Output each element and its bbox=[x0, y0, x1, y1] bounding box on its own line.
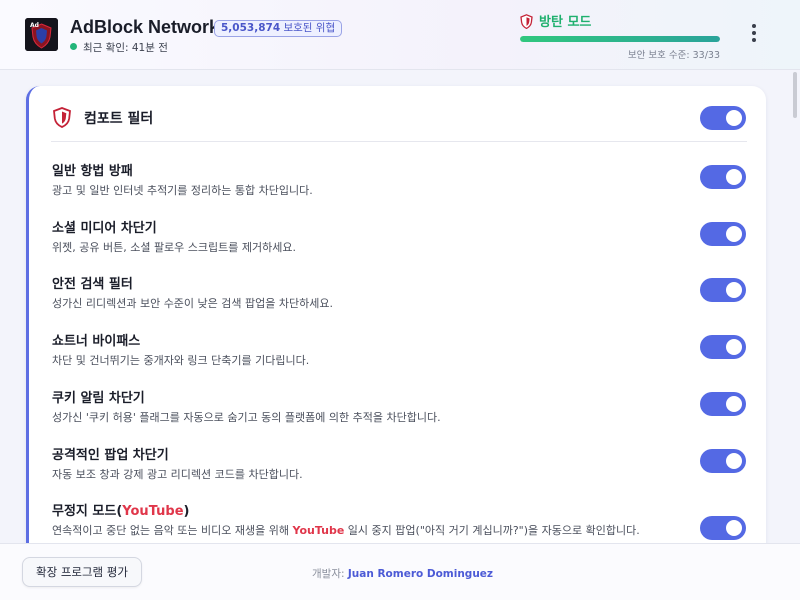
filter-desc-prefix: 연속적이고 중단 없는 음악 또는 비디오 재생을 위해 bbox=[52, 524, 293, 537]
protection-level-bar bbox=[520, 36, 720, 42]
master-toggle[interactable] bbox=[700, 106, 746, 130]
filter-description: 성가신 리디렉션과 보안 수준이 낮은 검색 팝업을 차단하세요. bbox=[52, 297, 333, 310]
app-logo: Ad bbox=[25, 18, 58, 51]
filter-toggle[interactable] bbox=[700, 222, 746, 246]
filter-name: 일반 항법 방패 bbox=[52, 164, 133, 179]
filter-row: 쿠키 알림 차단기 성가신 '쿠키 허용' 플래그를 자동으로 숨기고 동의 플… bbox=[51, 387, 747, 439]
filter-toggle[interactable] bbox=[700, 335, 746, 359]
shield-icon bbox=[53, 107, 71, 132]
youtube-brand-text: YouTube bbox=[292, 524, 345, 537]
filter-name: 공격적인 팝업 차단기 bbox=[52, 448, 169, 463]
filter-desc-suffix: 일시 중지 팝업("아직 거기 계십니까?")을 자동으로 확인합니다. bbox=[344, 524, 640, 537]
status-dot-icon bbox=[70, 43, 77, 50]
filter-name: 안전 검색 필터 bbox=[52, 277, 133, 292]
svg-text:Ad: Ad bbox=[30, 22, 39, 29]
filter-toggle[interactable] bbox=[700, 516, 746, 540]
blocked-count-label: 보호된 위협 bbox=[283, 22, 336, 34]
filter-name-prefix: 무정지 모드( bbox=[52, 504, 123, 519]
blocked-count-badge: 5,053,874 보호된 위협 bbox=[214, 20, 343, 37]
filter-toggle[interactable] bbox=[700, 392, 746, 416]
filter-row: 공격적인 팝업 차단기 자동 보조 창과 강제 광고 리디렉션 코드를 차단합니… bbox=[51, 444, 747, 496]
filter-description: 위젯, 공유 버튼, 소셜 팔로우 스크립트를 제거하세요. bbox=[52, 241, 296, 254]
more-options-icon[interactable] bbox=[748, 24, 760, 46]
filter-row: 쇼트너 바이패스 차단 및 건너뛰기는 중개자와 링크 단축기를 기다립니다. bbox=[51, 330, 747, 382]
app-title: AdBlock Network bbox=[70, 17, 220, 37]
card-header: 컴포트 필터 bbox=[51, 104, 747, 142]
filter-description: 차단 및 건너뛰기는 중개자와 링크 단축기를 기다립니다. bbox=[52, 354, 310, 367]
main-content: 컴포트 필터 일반 항법 방패 광고 및 일반 인터넷 추적기를 정리하는 통합… bbox=[0, 70, 800, 543]
last-check-status: 최근 확인: 41분 전 bbox=[70, 40, 168, 55]
footer: 확장 프로그램 평가 개발자: Juan Romero Dominguez bbox=[0, 543, 800, 600]
header: Ad AdBlock Network 5,053,874 보호된 위협 최근 확… bbox=[0, 0, 800, 70]
filter-name: 쿠키 알림 차단기 bbox=[52, 391, 145, 406]
filter-name-suffix: ) bbox=[183, 504, 190, 519]
filter-row: 무정지 모드(YouTube) 연속적이고 중단 없는 음악 또는 비디오 재생… bbox=[51, 500, 747, 543]
filter-row: 소셜 미디어 차단기 위젯, 공유 버튼, 소셜 팔로우 스크립트를 제거하세요… bbox=[51, 217, 747, 269]
filter-name: 소셜 미디어 차단기 bbox=[52, 221, 157, 236]
filter-row: 일반 항법 방패 광고 및 일반 인터넷 추적기를 정리하는 통합 차단입니다. bbox=[51, 160, 747, 212]
blocked-count: 5,053,874 bbox=[221, 22, 281, 34]
filter-toggle[interactable] bbox=[700, 165, 746, 189]
last-check-text: 최근 확인: 41분 전 bbox=[83, 42, 168, 54]
youtube-brand-text: YouTube bbox=[122, 504, 184, 519]
shield-icon bbox=[520, 14, 533, 33]
filter-description: 광고 및 일반 인터넷 추적기를 정리하는 통합 차단입니다. bbox=[52, 184, 313, 197]
filter-name: 쇼트너 바이패스 bbox=[52, 334, 141, 349]
mode-label: 방탄 모드 bbox=[539, 15, 592, 30]
developer-label: 개발자: bbox=[312, 568, 348, 580]
protection-level-fill bbox=[520, 36, 720, 42]
filters-card: 컴포트 필터 일반 항법 방패 광고 및 일반 인터넷 추적기를 정리하는 통합… bbox=[26, 86, 766, 543]
filter-description: 자동 보조 창과 강제 광고 리디렉션 코드를 차단합니다. bbox=[52, 468, 303, 481]
card-title: 컴포트 필터 bbox=[84, 111, 154, 127]
filter-description: 성가신 '쿠키 허용' 플래그를 자동으로 숨기고 동의 플랫폼에 의한 추적을… bbox=[52, 411, 441, 424]
developer-name-link[interactable]: Juan Romero Dominguez bbox=[348, 568, 493, 580]
filter-toggle[interactable] bbox=[700, 278, 746, 302]
filter-description: 연속적이고 중단 없는 음악 또는 비디오 재생을 위해 YouTube 일시 … bbox=[52, 522, 642, 540]
protection-level-text: 보안 보호 수준: 33/33 bbox=[627, 50, 720, 61]
scrollbar-thumb[interactable] bbox=[793, 72, 797, 118]
developer-credit: 개발자: Juan Romero Dominguez bbox=[312, 566, 493, 581]
filter-row: 안전 검색 필터 성가신 리디렉션과 보안 수준이 낮은 검색 팝업을 차단하세… bbox=[51, 273, 747, 325]
rate-extension-button[interactable]: 확장 프로그램 평가 bbox=[22, 557, 142, 587]
mode-indicator: 방탄 모드 bbox=[520, 11, 591, 33]
filter-name: 무정지 모드(YouTube) bbox=[52, 500, 189, 519]
filter-toggle[interactable] bbox=[700, 449, 746, 473]
